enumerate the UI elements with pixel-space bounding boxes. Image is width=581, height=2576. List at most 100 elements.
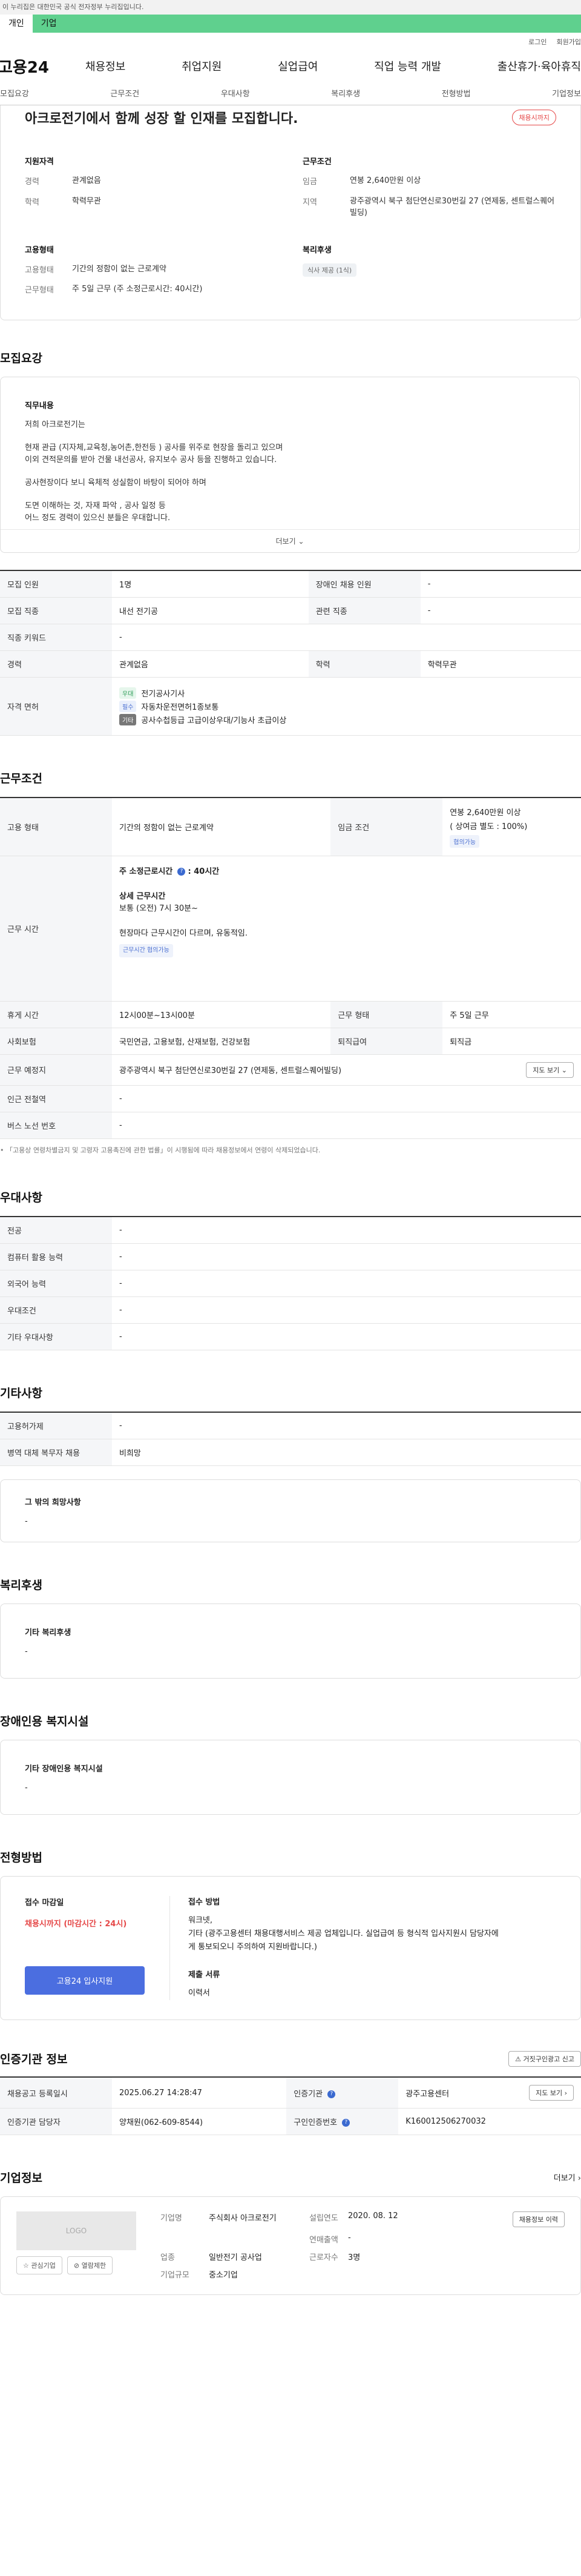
map-button-label: 지도 보기 [536, 2089, 563, 2098]
anchor-welfare[interactable]: 복리후생 [331, 87, 360, 99]
apply-button[interactable]: 고용24 입사지원 [25, 1966, 145, 1995]
career-value: 관계없음 [112, 650, 309, 678]
label: 경력 [25, 177, 39, 187]
gnb-item-training[interactable]: 직업 능력 개발 [374, 58, 441, 74]
anchor-conditions[interactable]: 근무조건 [110, 87, 139, 99]
section-title-company: 기업정보 [0, 2171, 42, 2185]
cell-label: 외국어 능력 [0, 1270, 112, 1297]
place-cell: 광주광역시 북구 첨단연신로30번길 27 (연제동, 센트럴스퀘어빌딩) 지도… [112, 1054, 581, 1086]
employment-type-value: 기간의 정함이 없는 근로계약 [72, 264, 166, 274]
report-button[interactable]: ⚠ 거짓구인광고 신고 [508, 2050, 581, 2067]
disabled-facility-title: 기타 장애인용 복지시설 [25, 1764, 103, 1774]
conditions-table: 고용 형태 기간의 정함이 없는 근로계약 임금 조건 연봉 2,640만원 이… [0, 797, 581, 1139]
cell-label: 모집 인원 [0, 570, 112, 598]
label: 기업규모 [160, 2271, 189, 2280]
section-title-preference: 우대사항 [0, 1191, 42, 1204]
apply-card: 접수 마감일 채용시까지 (마감시간 : 24시) 고용24 입사지원 접수 방… [0, 1875, 581, 2021]
org-cell: 광주고용센터 지도 보기 › [398, 2077, 581, 2109]
chevron-down-icon: ⌄ [561, 1066, 567, 1074]
cell-label: 채용공고 등록일시 [0, 2077, 112, 2109]
keyword-value: - [112, 624, 581, 652]
warning-icon: ⚠ [515, 2055, 522, 2063]
org-value: 광주고용센터 [405, 2089, 450, 2099]
cell-label: 근무 시간 [0, 856, 112, 1002]
cell-label: 인증기관 [294, 2089, 323, 2099]
label: 고용형태 [25, 265, 54, 275]
duty-card: 직무내용 저희 아크로전기는 현재 관급 (지자체,교육청,농어촌,한전등 ) … [0, 376, 580, 553]
info-icon[interactable]: ? [177, 867, 186, 876]
age-note-text: 「고용상 연령차별금지 및 고령자 고용촉진에 관한 법률」이 시행됨에 따라 … [6, 1146, 321, 1154]
info-icon[interactable]: ? [342, 2119, 350, 2127]
gnb-item-jobs[interactable]: 채용정보 [85, 58, 125, 74]
map-button[interactable]: 지도 보기 ⌄ [526, 1062, 574, 1078]
label: 근무형태 [25, 286, 54, 295]
cell-label: 고용 형태 [0, 798, 112, 856]
license-list: 우대 전기공사기사 필수 자동차운전면허1종보통 기타 공사수첩등급 고급이상우대/기… [112, 677, 581, 736]
disabled-facility-value: - [25, 1783, 28, 1792]
gnb-item-leave[interactable]: 출산휴가·육아휴직 [497, 58, 581, 74]
duty-text: 저희 아크로전기는 현재 관급 (지자체,교육청,농어촌,한전등 ) 공사를 위… [25, 419, 555, 525]
gnb-item-support[interactable]: 취업지원 [182, 58, 222, 74]
negotiable-chip: 협의가능 [450, 835, 480, 848]
job-value: 내선 전기공 [112, 597, 309, 625]
job-title: 아크로전기에서 함께 성장 할 인재를 모집합니다. [25, 111, 298, 127]
join-link[interactable]: 회원가입 [557, 37, 581, 47]
place-value: 광주광역시 북구 첨단연신로30번길 27 (연제동, 센트럴스퀘어빌딩) [119, 1066, 342, 1076]
site-logo[interactable]: 고용24 [0, 55, 49, 78]
detail-hours-value: 보통 (오전) 7시 30분~ [119, 904, 199, 914]
favorite-button[interactable]: ☆ 관심기업 [16, 2256, 62, 2275]
education-value: 학력무관 [72, 196, 101, 206]
section-title-agency: 인증기관 정보 [0, 2053, 68, 2067]
work-condition-title: 근무조건 [303, 157, 332, 167]
anchor-apply[interactable]: 전형방법 [442, 87, 471, 99]
wage-value: 연봉 2,640만원 이상 [450, 808, 521, 818]
gnb-menu: 채용정보 취업지원 실업급여 직업 능력 개발 출산휴가·육아휴직 [85, 58, 581, 74]
deadline-title: 접수 마감일 [25, 1898, 64, 1907]
chevron-right-icon: › [564, 2089, 567, 2098]
tab-company[interactable]: 기업 [33, 15, 65, 33]
cell-label: 버스 노선 번호 [0, 1112, 112, 1139]
gnb-item-benefit[interactable]: 실업급여 [278, 58, 318, 74]
disabled-facility-card: 기타 장애인용 복지시설 - [0, 1739, 581, 1815]
label: 학력 [25, 197, 39, 207]
insurance-value: 국민연금, 고용보험, 산재보험, 건강보험 [112, 1028, 331, 1055]
bus-value: - [112, 1112, 581, 1139]
number-label-cell: 구인인증번호 ? [286, 2108, 399, 2136]
welfare-chip: 식사 제공 (1식) [303, 263, 357, 277]
job-history-button[interactable]: 채용정보 이력 [512, 2211, 565, 2228]
person-value: 양채원(062-609-8544) [112, 2108, 287, 2136]
section-title-etc: 기타사항 [0, 1386, 42, 1400]
other-wish-card: 그 밖의 희망사항 - [0, 1479, 581, 1542]
related-job-value: - [420, 597, 581, 625]
agency-map-button[interactable]: 지도 보기 › [529, 2085, 574, 2101]
method-line: 기타 (광주고용센터 채용대행서비스 제공 업체입니다. 실업급여 등 형식적 … [188, 1929, 499, 1939]
cell-label: 자격 면허 [0, 677, 112, 736]
label: 설립연도 [309, 2214, 338, 2224]
block-button[interactable]: ⊘ 열람제한 [67, 2256, 113, 2275]
info-icon[interactable]: ? [327, 2090, 336, 2098]
cell-label: 휴게 시간 [0, 1001, 112, 1028]
more-button[interactable]: 더보기 ⌄ [1, 529, 579, 552]
anchor-recruit[interactable]: 모집요강 [0, 87, 29, 99]
anchor-company[interactable]: 기업정보 [552, 87, 581, 99]
cell-label: 기타 우대사항 [0, 1323, 112, 1350]
other-wish-value: - [25, 1516, 28, 1526]
bonus-value: ( 상여금 별도 : 100%) [450, 822, 528, 832]
label: 근로자수 [309, 2253, 338, 2263]
login-link[interactable]: 로그인 [528, 37, 547, 47]
cell-label: 퇴직급여 [330, 1028, 443, 1055]
cell-label: 모집 직종 [0, 597, 112, 625]
cell-label: 경력 [0, 650, 112, 678]
cell-label: 근무 형태 [330, 1001, 443, 1028]
company-more-link[interactable]: 더보기 › [554, 2171, 581, 2183]
other-wish-title: 그 밖의 희망사항 [25, 1498, 81, 1507]
tab-personal[interactable]: 개인 [0, 15, 33, 33]
docs-value: 이력서 [188, 1989, 210, 1998]
cell-label: 우대조건 [0, 1296, 112, 1324]
more-label: 더보기 [553, 2174, 576, 2184]
duty-line: 현재 관급 (지자체,교육청,농어촌,한전등 ) 공사를 위주로 현장을 돌리고… [25, 443, 283, 452]
anchor-preference[interactable]: 우대사항 [221, 87, 250, 99]
welfare-box-value: - [25, 1646, 28, 1656]
deadline-badge: 채용시까지 [512, 110, 556, 125]
section-anchor-nav: 모집요강 근무조건 우대사항 복리후생 전형방법 기업정보 [0, 81, 581, 105]
